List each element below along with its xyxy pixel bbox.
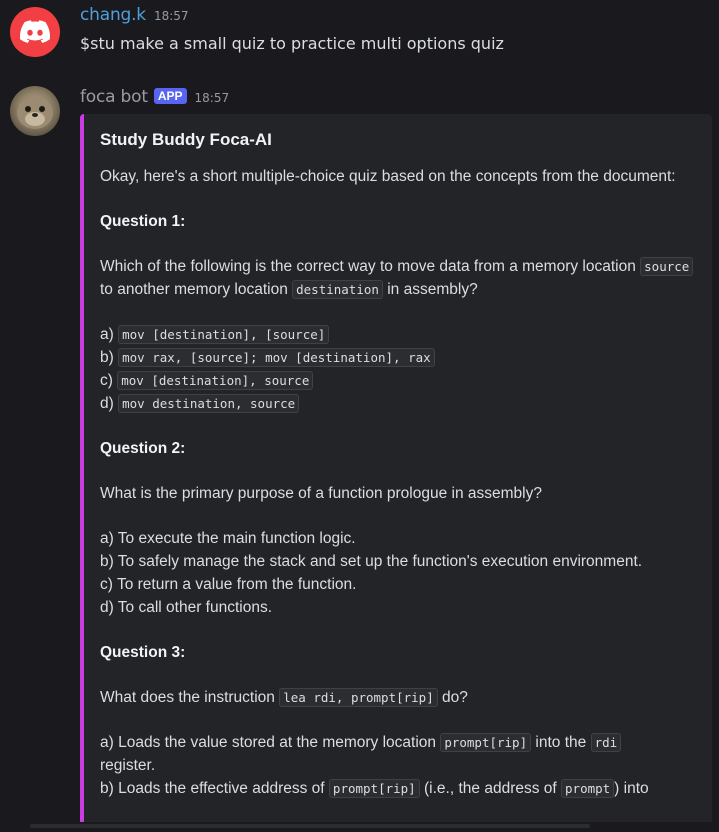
option: b) mov rax, [source]; mov [destination],… — [100, 346, 700, 369]
option: a) Loads the value stored at the memory … — [100, 731, 700, 777]
option: b) To safely manage the stack and set up… — [100, 553, 643, 570]
question-3-options: a) Loads the value stored at the memory … — [100, 731, 700, 800]
inline-code: mov rax, [source]; mov [destination], ra… — [118, 348, 435, 367]
inline-code: lea rdi, prompt[rip] — [279, 688, 438, 707]
question-text: to another memory location — [100, 281, 293, 298]
option: d) To call other functions. — [100, 599, 273, 616]
embed: Study Buddy Foca-AI Okay, here's a short… — [80, 114, 712, 832]
question-text: Which of the following is the correct wa… — [100, 258, 641, 275]
embed-title: Study Buddy Foca-AI — [100, 130, 272, 149]
message-foca-bot: foca bot APP 18:57 Study Buddy Foca-AI O… — [0, 0, 719, 832]
embed-accent-bar — [80, 114, 84, 832]
question-1-text: Which of the following is the correct wa… — [100, 255, 700, 301]
question-2-options: a) To execute the main function logic. b… — [100, 527, 700, 619]
inline-code: mov destination, source — [118, 394, 300, 413]
inline-code: prompt[rip] — [328, 779, 420, 798]
avatar[interactable] — [10, 86, 60, 136]
username[interactable]: foca bot — [80, 87, 148, 107]
timestamp[interactable]: 18:57 — [195, 91, 230, 105]
inline-code: destination — [292, 280, 383, 299]
option-label: b) — [100, 349, 119, 366]
inline-code: mov [destination], [source] — [118, 325, 330, 344]
inline-code: rdi — [590, 733, 622, 752]
inline-code: source — [640, 257, 694, 276]
question-2-heading: Question 2: — [100, 440, 186, 457]
seal-avatar — [17, 97, 53, 129]
option-text: b) Loads the effective address of — [100, 780, 329, 797]
option-text: (i.e., the address of — [419, 780, 562, 797]
inline-code: mov [destination], source — [117, 371, 314, 390]
option: d) mov destination, source — [100, 392, 700, 415]
question-3-heading: Question 3: — [100, 644, 186, 661]
question-text: do? — [437, 689, 468, 706]
option: c) mov [destination], source — [100, 369, 700, 392]
inline-code: prompt[rip] — [440, 733, 532, 752]
question-3-text: What does the instruction lea rdi, promp… — [100, 686, 700, 709]
option: a) To execute the main function logic. — [100, 530, 356, 547]
option: c) To return a value from the function. — [100, 576, 357, 593]
inline-code: prompt — [561, 779, 615, 798]
embed-intro: Okay, here's a short multiple-choice qui… — [100, 168, 676, 185]
option-label: c) — [100, 372, 118, 389]
option: b) Loads the effective address of prompt… — [100, 777, 700, 800]
option-text: register. — [100, 757, 156, 774]
option: a) mov [destination], [source] — [100, 323, 700, 346]
question-1-options: a) mov [destination], [source] b) mov ra… — [100, 323, 700, 415]
question-1-heading: Question 1: — [100, 213, 186, 230]
question-2-text: What is the primary purpose of a functio… — [100, 485, 542, 502]
option-label: a) — [100, 326, 119, 343]
embed-body: Study Buddy Foca-AI Okay, here's a short… — [100, 128, 700, 800]
question-text: What does the instruction — [100, 689, 280, 706]
question-text: in assembly? — [382, 281, 478, 298]
message-header: foca bot APP 18:57 — [80, 87, 229, 107]
option-label: d) — [100, 395, 119, 412]
option-text: ) into — [614, 780, 649, 797]
option-text: into the — [531, 734, 591, 751]
app-badge: APP — [153, 88, 187, 104]
horizontal-scrollbar[interactable] — [30, 824, 590, 828]
option-text: a) Loads the value stored at the memory … — [100, 734, 441, 751]
